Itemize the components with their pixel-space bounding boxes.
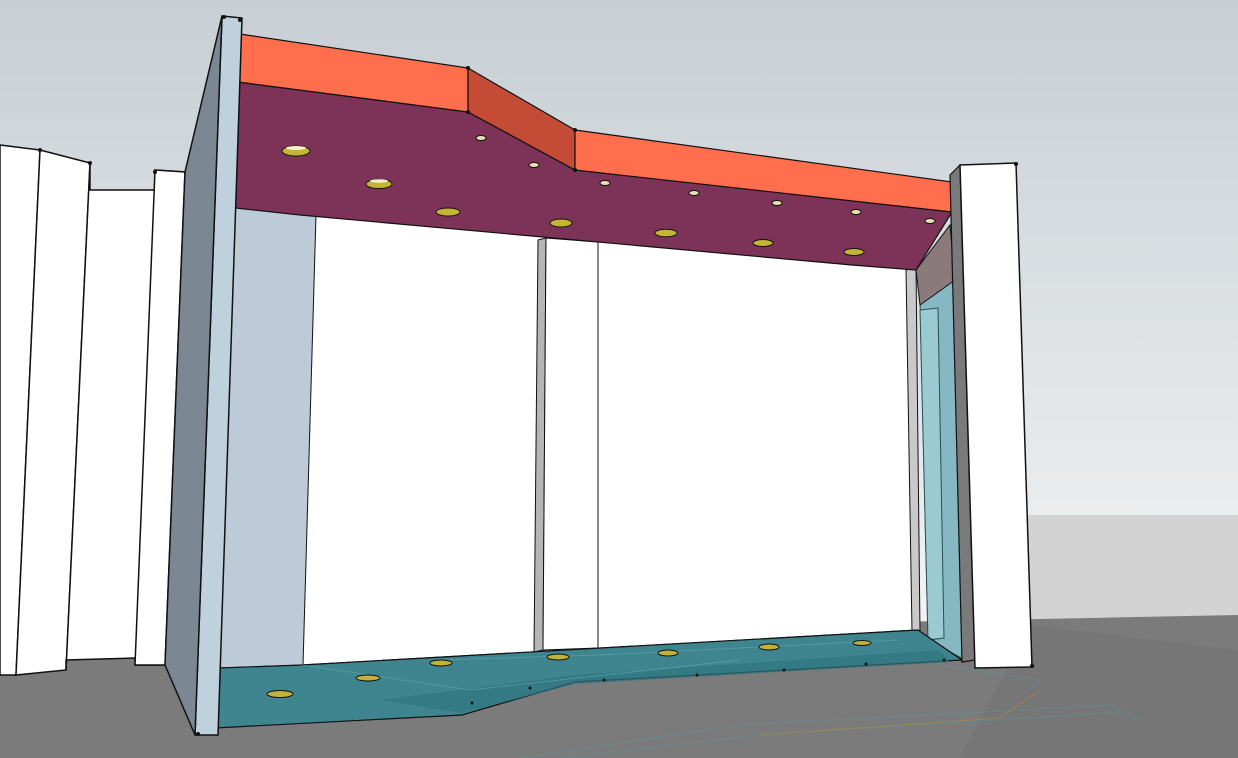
3d-model-viewport[interactable] (0, 0, 1238, 758)
back-wall (299, 214, 919, 666)
background-columns (0, 144, 186, 676)
scene-canvas[interactable] (0, 0, 1238, 758)
middle-column-face (542, 237, 599, 651)
